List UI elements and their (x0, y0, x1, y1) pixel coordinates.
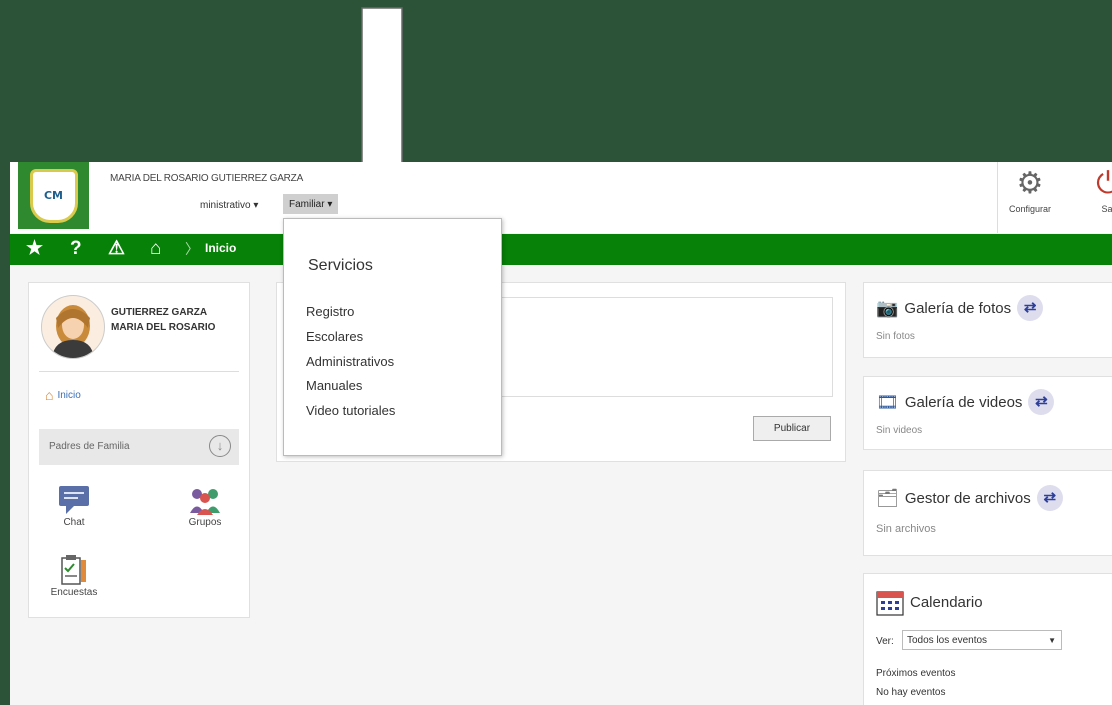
photo-gallery-label: Galería de fotos (904, 299, 1012, 317)
familiar-dropdown-menu: Servicios Registro Escolares Administrat… (283, 218, 502, 456)
menu-item-manuales[interactable]: Manuales (306, 378, 362, 393)
survey-label: Encuestas (50, 587, 98, 598)
chevron-down-circle-icon[interactable]: ↓ (209, 435, 231, 457)
groups-icon (190, 489, 220, 515)
video-gallery-widget: 🎞 Galería de videos ⇄ Sin videos (863, 376, 1112, 450)
gear-icon: ⚙ (1016, 167, 1044, 200)
padres-section[interactable]: Padres de Familia ↓ (39, 429, 239, 465)
upcoming-events-label: Próximos eventos (876, 668, 956, 679)
folder-icon: 🗂 (876, 487, 899, 508)
menu-item-video-tutoriales[interactable]: Video tutoriales (306, 403, 395, 418)
chat-icon (59, 486, 89, 514)
photo-gallery-title: 📷 Galería de fotos ⇄ (876, 295, 1044, 321)
file-manager-empty: Sin archivos (876, 523, 936, 535)
star-icon[interactable]: ★ (26, 237, 43, 261)
event-filter-value: Todos los eventos (907, 635, 988, 646)
file-manager-label: Gestor de archivos (904, 489, 1031, 507)
film-icon: 🎞 (876, 391, 899, 412)
menu-item-administrativos[interactable]: Administrativos (306, 354, 394, 369)
breadcrumb-separator: 〉 (185, 241, 199, 257)
profile-first-name: MARIA DEL ROSARIO (111, 322, 216, 333)
inicio-link-label: Inicio (57, 389, 81, 401)
survey-tool[interactable]: Encuestas (44, 553, 104, 598)
chat-tool[interactable]: Chat (44, 483, 104, 528)
camera-icon: 📷 (876, 297, 899, 318)
avatar-image (52, 305, 94, 358)
video-gallery-empty: Sin videos (876, 425, 923, 436)
padres-label: Padres de Familia (49, 441, 130, 452)
logo-text: CM (43, 189, 64, 202)
file-manager-widget: 🗂 Gestor de archivos ⇄ Sin archivos (863, 470, 1112, 556)
configurar-label: Configurar (1008, 204, 1052, 214)
breadcrumb-current[interactable]: Inicio (205, 241, 236, 255)
refresh-icon[interactable]: ⇄ (1028, 389, 1055, 415)
salir-button[interactable]: ⏻ Sal (1088, 167, 1112, 215)
profile-divider (39, 371, 239, 372)
video-gallery-title: 🎞 Galería de videos ⇄ (876, 389, 1055, 415)
calendar-label: Calendario (910, 593, 983, 611)
profile-last-name: GUTIERREZ GARZA (111, 307, 208, 318)
file-manager-title: 🗂 Gestor de archivos ⇄ (876, 485, 1063, 511)
app-frame: CM MARIA DEL ROSARIO GUTIERREZ GARZA min… (10, 162, 1112, 705)
ver-label: Ver: (876, 636, 894, 647)
nav-bar: ★ ? ⚠ ⌂ 〉 Inicio (10, 234, 1112, 265)
video-gallery-label: Galería de videos (904, 393, 1023, 411)
calendar-widget: Calendario Ver: Todos los eventos ▼ Próx… (863, 573, 1112, 705)
calendar-title: Calendario (876, 588, 983, 616)
profile-name: GUTIERREZ GARZA MARIA DEL ROSARIO (111, 305, 215, 335)
calendar-icon (876, 591, 904, 616)
photo-gallery-empty: Sin fotos (876, 331, 915, 342)
salir-label: Sal (1101, 204, 1112, 214)
school-logo[interactable]: CM (18, 162, 89, 229)
groups-label: Grupos (188, 517, 222, 528)
profile-card: GUTIERREZ GARZA MARIA DEL ROSARIO ⌂ Inic… (28, 282, 250, 618)
chat-label: Chat (63, 517, 85, 528)
refresh-icon[interactable]: ⇄ (1036, 485, 1063, 511)
nav-menu-administrativo[interactable]: ministrativo ▾ (200, 200, 258, 211)
publicar-button[interactable]: Publicar (753, 416, 831, 441)
nav-menu-familiar[interactable]: Familiar ▾ (283, 194, 339, 214)
dropdown-title: Servicios (308, 257, 373, 274)
avatar (41, 295, 105, 359)
groups-tool[interactable]: Grupos (175, 483, 235, 528)
power-icon: ⏻ (1096, 167, 1112, 200)
menu-item-registro[interactable]: Registro (306, 304, 354, 319)
help-icon[interactable]: ? (70, 237, 82, 261)
warning-icon[interactable]: ⚠ (108, 237, 125, 261)
photo-gallery-widget: 📷 Galería de fotos ⇄ Sin fotos (863, 282, 1112, 358)
house-icon: ⌂ (45, 387, 54, 403)
event-filter-select[interactable]: Todos los eventos ▼ (902, 630, 1062, 650)
top-header: CM MARIA DEL ROSARIO GUTIERREZ GARZA min… (10, 162, 1112, 233)
configurar-button[interactable]: ⚙ Configurar (1003, 167, 1057, 215)
header-divider (997, 162, 998, 233)
no-events-text: No hay eventos (876, 687, 946, 698)
menu-item-escolares[interactable]: Escolares (306, 329, 363, 344)
shield-icon: CM (29, 168, 78, 223)
home-icon[interactable]: ⌂ (150, 237, 161, 261)
user-name: MARIA DEL ROSARIO GUTIERREZ GARZA (110, 173, 304, 184)
survey-icon (61, 555, 86, 585)
inicio-link[interactable]: ⌂ Inicio (45, 387, 81, 403)
refresh-icon[interactable]: ⇄ (1017, 295, 1044, 321)
chevron-down-icon: ▼ (1048, 636, 1056, 645)
